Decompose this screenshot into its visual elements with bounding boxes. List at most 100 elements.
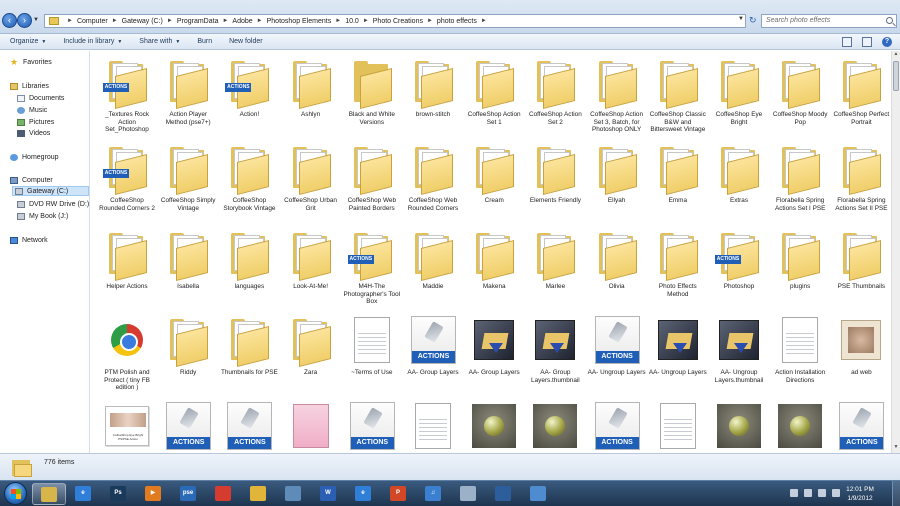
folder-item[interactable]: ACTIONS M4H-The Photographer's Tool Box: [343, 228, 401, 306]
refresh-icon[interactable]: ↻: [749, 15, 759, 27]
breadcrumb-item[interactable]: Adobe: [232, 18, 252, 25]
search-icon[interactable]: [886, 17, 893, 24]
file-item[interactable]: ACTIONSAddul ane Sweet: [159, 400, 217, 453]
scroll-up-icon[interactable]: ▲: [892, 51, 900, 60]
change-view-icon[interactable]: [842, 37, 852, 47]
file-item[interactable]: Carving: [710, 400, 768, 453]
taskbar-explorer-button[interactable]: [32, 483, 66, 505]
folder-item[interactable]: ACTIONS _Textures Rock Action Set_Photosh…: [98, 56, 156, 134]
folder-item[interactable]: brown-stitch: [404, 56, 462, 119]
scrollbar-thumb[interactable]: [893, 61, 899, 91]
back-button[interactable]: ‹: [2, 13, 17, 28]
file-item[interactable]: AA- Ungroup Layers: [649, 314, 707, 377]
file-item[interactable]: ACTIONS AA- Group Layers: [404, 314, 462, 377]
folder-item[interactable]: CoffeeShop Web Painted Borders: [343, 142, 401, 212]
address-field[interactable]: ► Computer ► Gateway (C:) ► ProgramData ► Adob…: [44, 14, 746, 28]
taskbar-ie-button[interactable]: e: [67, 483, 101, 505]
file-item[interactable]: Action Installation Directions: [771, 314, 829, 384]
network-tray-icon[interactable]: [818, 489, 826, 497]
file-item[interactable]: Carving metadat: [649, 400, 707, 453]
nav-computer[interactable]: Computer: [10, 175, 53, 185]
folder-item[interactable]: ACTIONS Photoshop: [710, 228, 768, 291]
folder-item[interactable]: Look-At-Me!: [282, 228, 340, 291]
taskbar-control-button[interactable]: [522, 483, 556, 505]
chevron-right-icon[interactable]: ►: [363, 18, 369, 24]
nav-pictures[interactable]: Pictures: [17, 117, 54, 127]
breadcrumb-item[interactable]: 10.0: [345, 18, 359, 25]
file-item[interactable]: ACTIONSBaby Max: [220, 400, 278, 453]
file-item[interactable]: ACTIONSCherry Cream: [832, 400, 890, 453]
folder-item[interactable]: CoffeeShop Eye Bright: [710, 56, 768, 126]
file-item[interactable]: ~Terms of Use: [343, 314, 401, 377]
breadcrumb-item[interactable]: photo effects: [437, 18, 477, 25]
taskbar-ie2-button[interactable]: e: [347, 483, 381, 505]
folder-item[interactable]: Extras: [710, 142, 768, 205]
taskbar-window-button[interactable]: [277, 483, 311, 505]
nav-documents[interactable]: Documents: [17, 93, 64, 103]
chevron-right-icon[interactable]: ►: [257, 18, 263, 24]
nav-favorites[interactable]: ★ Favorites: [10, 57, 52, 67]
taskbar-photoshop-button[interactable]: Ps: [102, 483, 136, 505]
folder-item[interactable]: ACTIONS CoffeeShop Rounded Corners 2: [98, 142, 156, 212]
taskbar-itunes-button[interactable]: ♫: [417, 483, 451, 505]
flag-icon[interactable]: [804, 489, 812, 497]
breadcrumb-item[interactable]: Gateway (C:): [122, 18, 163, 25]
folder-item[interactable]: Black and White Versions: [343, 56, 401, 126]
folder-item[interactable]: Ellyah: [588, 142, 646, 205]
burn-button[interactable]: Burn: [197, 38, 212, 45]
file-item[interactable]: Blizzard: [465, 400, 523, 453]
taskbar-mail-button[interactable]: [242, 483, 276, 505]
folder-item[interactable]: Ashlyn: [282, 56, 340, 119]
recent-pages-chevron-icon[interactable]: ▼: [33, 17, 39, 23]
folder-item[interactable]: CoffeeShop Perfect Portrait: [832, 56, 890, 126]
taskbar-pse-button[interactable]: pse: [172, 483, 206, 505]
show-desktop-button[interactable]: [892, 481, 900, 506]
start-button[interactable]: [4, 482, 27, 505]
breadcrumb-item[interactable]: Photo Creations: [373, 18, 423, 25]
taskbar-notepad-button[interactable]: [452, 483, 486, 505]
nav-mybook-drive[interactable]: My Book (J:): [17, 211, 68, 221]
file-item[interactable]: PTM Polish and Protect ( tiny FB edition…: [98, 314, 156, 392]
chevron-right-icon[interactable]: ►: [427, 18, 433, 24]
folder-item[interactable]: CoffeeShop Moody Pop: [771, 56, 829, 126]
file-item[interactable]: Blizzard metadata: [404, 400, 462, 453]
file-item[interactable]: ACTIONS AA- Ungroup Layers: [588, 314, 646, 377]
folder-item[interactable]: Maddie: [404, 228, 462, 291]
breadcrumb-item[interactable]: Photoshop Elements: [267, 18, 332, 25]
folder-item[interactable]: plugins: [771, 228, 829, 291]
folder-item[interactable]: Marlee: [526, 228, 584, 291]
nav-network[interactable]: Network: [10, 235, 48, 245]
file-item[interactable]: Carving.thumbna: [771, 400, 829, 453]
folder-item[interactable]: ACTIONS Action!: [220, 56, 278, 119]
folder-item[interactable]: Isabella: [159, 228, 217, 291]
file-item[interactable]: AA- Group Layers: [465, 314, 523, 377]
include-in-library-menu[interactable]: Include in library ▼: [63, 38, 122, 45]
new-folder-button[interactable]: New folder: [229, 38, 262, 45]
preview-pane-icon[interactable]: [862, 37, 872, 47]
address-dropdown-icon[interactable]: ▼: [738, 16, 744, 22]
breadcrumb-item[interactable]: Computer: [77, 18, 108, 25]
file-item[interactable]: ACTIONSCarving: [588, 400, 646, 453]
folder-item[interactable]: Florabella Spring Actions Set II PSE: [832, 142, 890, 212]
folder-item[interactable]: CoffeeShop Web Rounded Corners: [404, 142, 462, 212]
chevron-right-icon[interactable]: ►: [167, 18, 173, 24]
nav-homegroup[interactable]: Homegroup: [10, 152, 59, 162]
folder-item[interactable]: Olivia: [588, 228, 646, 291]
folder-item[interactable]: CoffeeShop Action Set 1: [465, 56, 523, 126]
taskbar-photo-button[interactable]: [487, 483, 521, 505]
folder-item[interactable]: CoffeeShop Simply Vintage: [159, 142, 217, 212]
folder-item[interactable]: CoffeeShop Action Set 3, Batch, for Phot…: [588, 56, 646, 134]
folder-item[interactable]: Action Player Method (pse7+): [159, 56, 217, 126]
folder-item[interactable]: Thumbnails for PSE: [220, 314, 278, 377]
vertical-scrollbar[interactable]: ▲ ▼: [891, 51, 900, 453]
file-item[interactable]: ACTIONSBlizzard: [343, 400, 401, 453]
folder-item[interactable]: Emma: [649, 142, 707, 205]
file-item[interactable]: Baby: [282, 400, 340, 453]
search-input[interactable]: Search photo effects: [761, 14, 897, 28]
forward-button[interactable]: ›: [17, 13, 32, 28]
nav-videos[interactable]: Videos: [17, 128, 50, 138]
organize-menu[interactable]: Organize ▼: [10, 38, 46, 45]
folder-item[interactable]: Makena: [465, 228, 523, 291]
nav-libraries[interactable]: Libraries: [10, 81, 49, 91]
file-item[interactable]: AA- Group Layers.thumbnail: [526, 314, 584, 384]
